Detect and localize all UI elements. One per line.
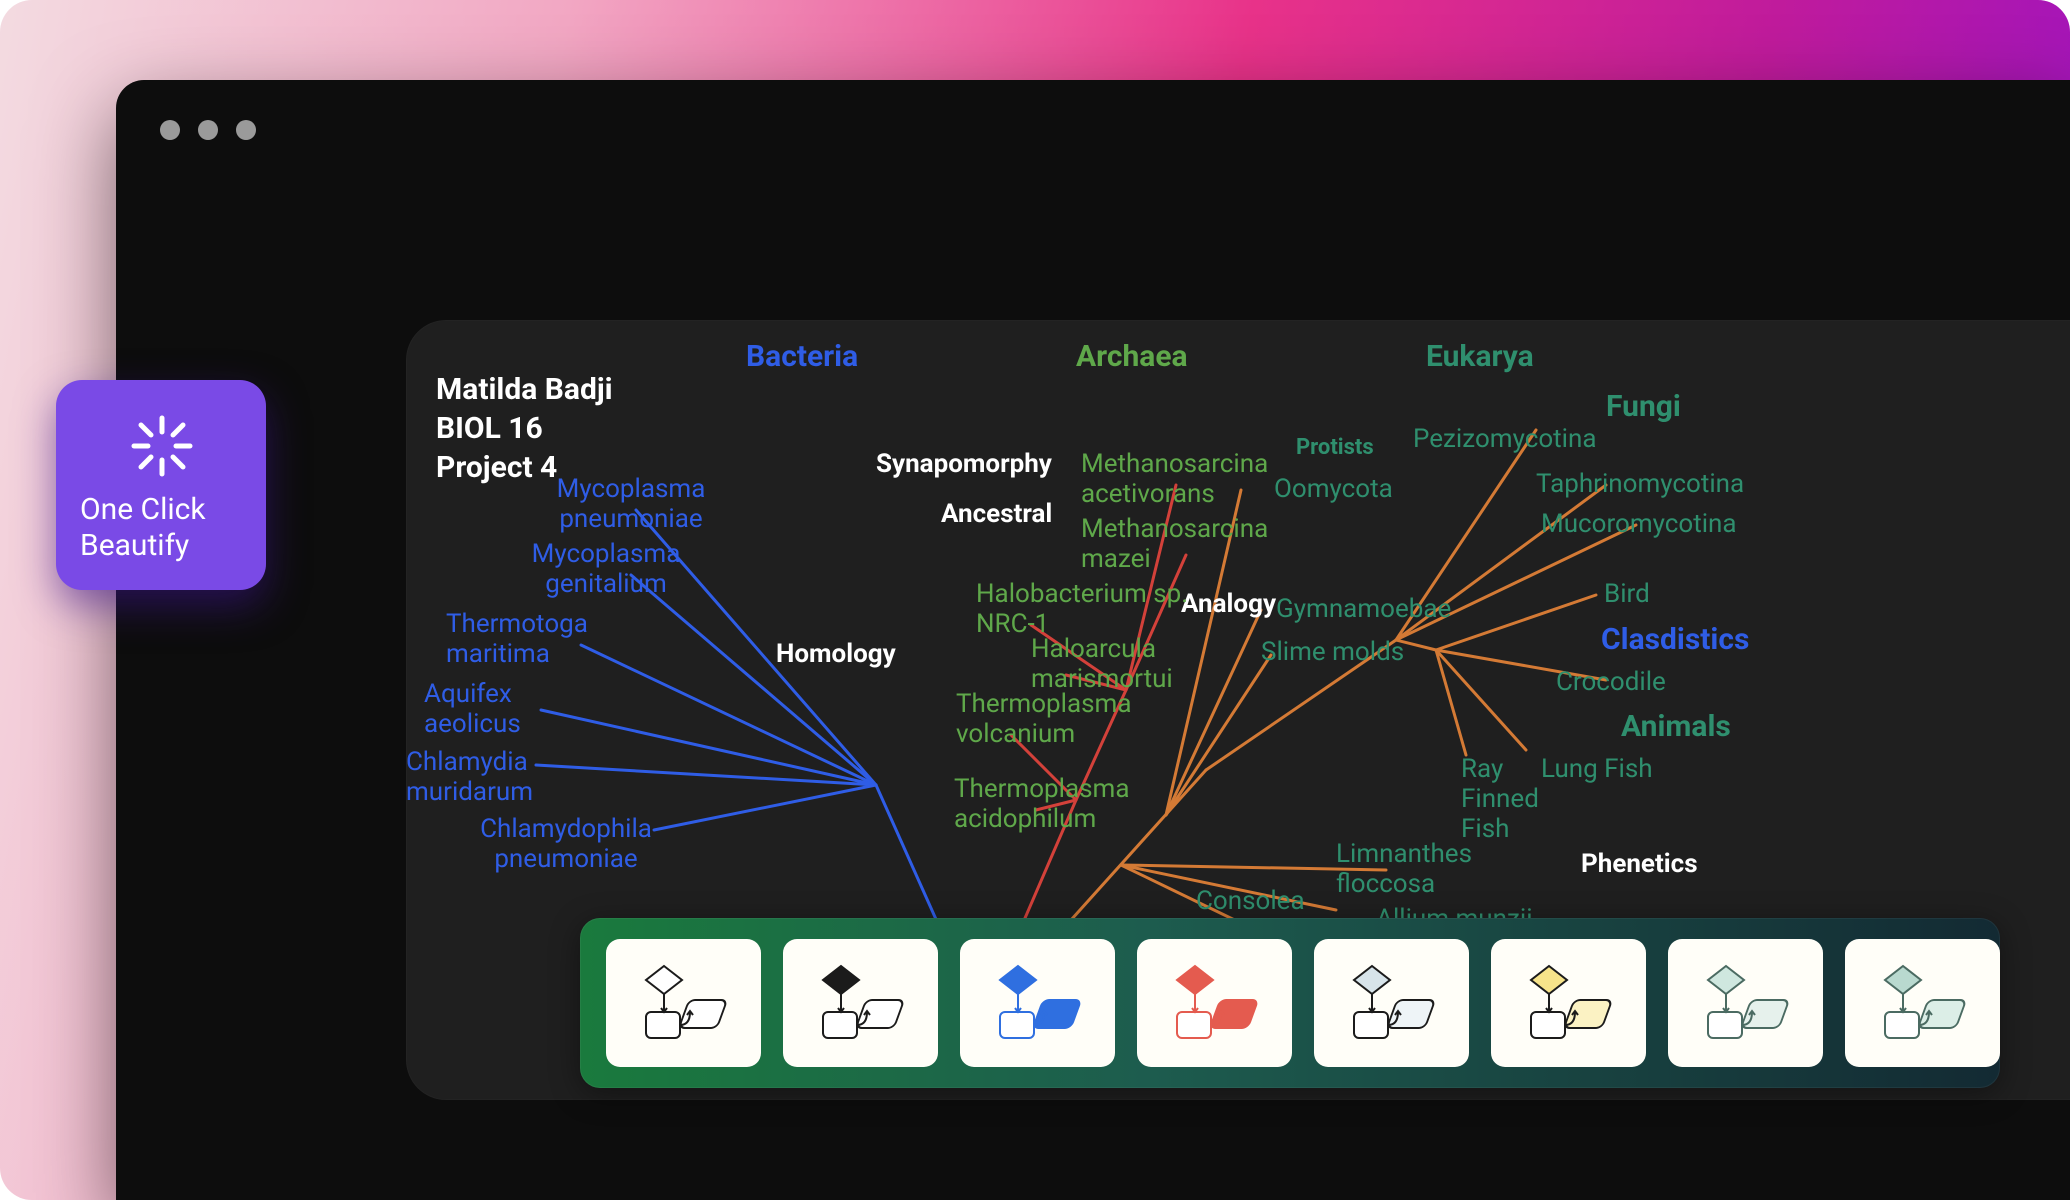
concept-phenetics: Phenetics <box>1581 850 1698 880</box>
theme-picker-strip <box>580 918 2000 1088</box>
taxon-pezizomycotina: Pezizomycotina <box>1413 425 1596 455</box>
header-archaea: Archaea <box>1076 340 1188 375</box>
taxon-chlamydia-muridarum: Chlamydiamuridarum <box>406 748 576 808</box>
sparkle-burst-icon <box>126 410 198 482</box>
beautify-label: One ClickBeautify <box>80 492 206 564</box>
taxon-halobacterium-nrc1: Halobacterium sp.NRC-1 <box>976 580 1216 640</box>
project-title: Matilda Badji BIOL 16 Project 4 <box>436 370 613 487</box>
theme-yellow[interactable] <box>1491 939 1646 1067</box>
group-fungi: Fungi <box>1606 390 1681 425</box>
group-protists: Protists <box>1296 435 1374 460</box>
window-traffic-lights <box>160 120 256 140</box>
theme-red[interactable] <box>1137 939 1292 1067</box>
taxon-mycoplasma-pneumoniae: Mycoplasmapneumoniae <box>541 475 721 535</box>
taxon-thermotoga-maritima: Thermotogamaritima <box>446 610 626 670</box>
taxon-slime-molds: Slime molds <box>1261 638 1404 668</box>
taxon-gymnamoebae: Gymnamoebae <box>1276 595 1451 625</box>
concept-homology: Homology <box>776 640 896 670</box>
stage: Matilda Badji BIOL 16 Project 4 Bacteria… <box>0 0 2070 1200</box>
title-author: Matilda Badji <box>436 370 613 409</box>
taxon-mycoplasma-genitalium: Mycoplasmagenitalium <box>516 540 696 600</box>
taxon-chlamydophila-pneumoniae: Chlamydophilapneumoniae <box>461 815 671 875</box>
taxon-taphrinomycotina: Taphrinomycotina <box>1536 470 1744 500</box>
taxon-methanosarcina-acetivorans: Methanosarcinaacetivorans <box>1081 450 1301 510</box>
theme-outline-black[interactable] <box>783 939 938 1067</box>
title-course: BIOL 16 <box>436 409 613 448</box>
concept-cladistics: Clasdistics <box>1601 623 1749 658</box>
taxon-oomycota: Oomycota <box>1274 475 1393 505</box>
theme-outline-white[interactable] <box>606 939 761 1067</box>
one-click-beautify-card[interactable]: One ClickBeautify <box>56 380 266 590</box>
taxon-limnanthes-floccosa: Limnanthesfloccosa <box>1336 840 1516 900</box>
taxon-thermoplasma-acidophilum: Thermoplasmaacidophilum <box>954 775 1154 835</box>
theme-mint-a[interactable] <box>1668 939 1823 1067</box>
header-bacteria: Bacteria <box>746 340 858 375</box>
header-eukarya: Eukarya <box>1426 340 1534 375</box>
traffic-light-zoom-icon[interactable] <box>236 120 256 140</box>
theme-mint-b[interactable] <box>1845 939 2000 1067</box>
group-animals: Animals <box>1621 710 1731 745</box>
traffic-light-close-icon[interactable] <box>160 120 180 140</box>
theme-slate[interactable] <box>1314 939 1469 1067</box>
taxon-lung-fish: Lung Fish <box>1541 755 1653 785</box>
taxon-thermoplasma-volcanium: Thermoplasmavolcanium <box>956 690 1156 750</box>
concept-ancestral: Ancestral <box>941 500 1052 530</box>
taxon-methanosarcina-mazei: Methanosarcinamazei <box>1081 515 1301 575</box>
taxon-aquifex-aeolicus: Aquifexaeolicus <box>424 680 584 740</box>
taxon-haloarcula-marismortui: Haloarculamarismortui <box>1031 635 1231 695</box>
taxon-crocodile: Crocodile <box>1556 668 1666 698</box>
taxon-mucoromycotina: Mucoromycotina <box>1541 510 1737 540</box>
concept-synapomorphy: Synapomorphy <box>876 450 1052 480</box>
theme-blue[interactable] <box>960 939 1115 1067</box>
traffic-light-minimize-icon[interactable] <box>198 120 218 140</box>
taxon-bird: Bird <box>1604 580 1650 610</box>
